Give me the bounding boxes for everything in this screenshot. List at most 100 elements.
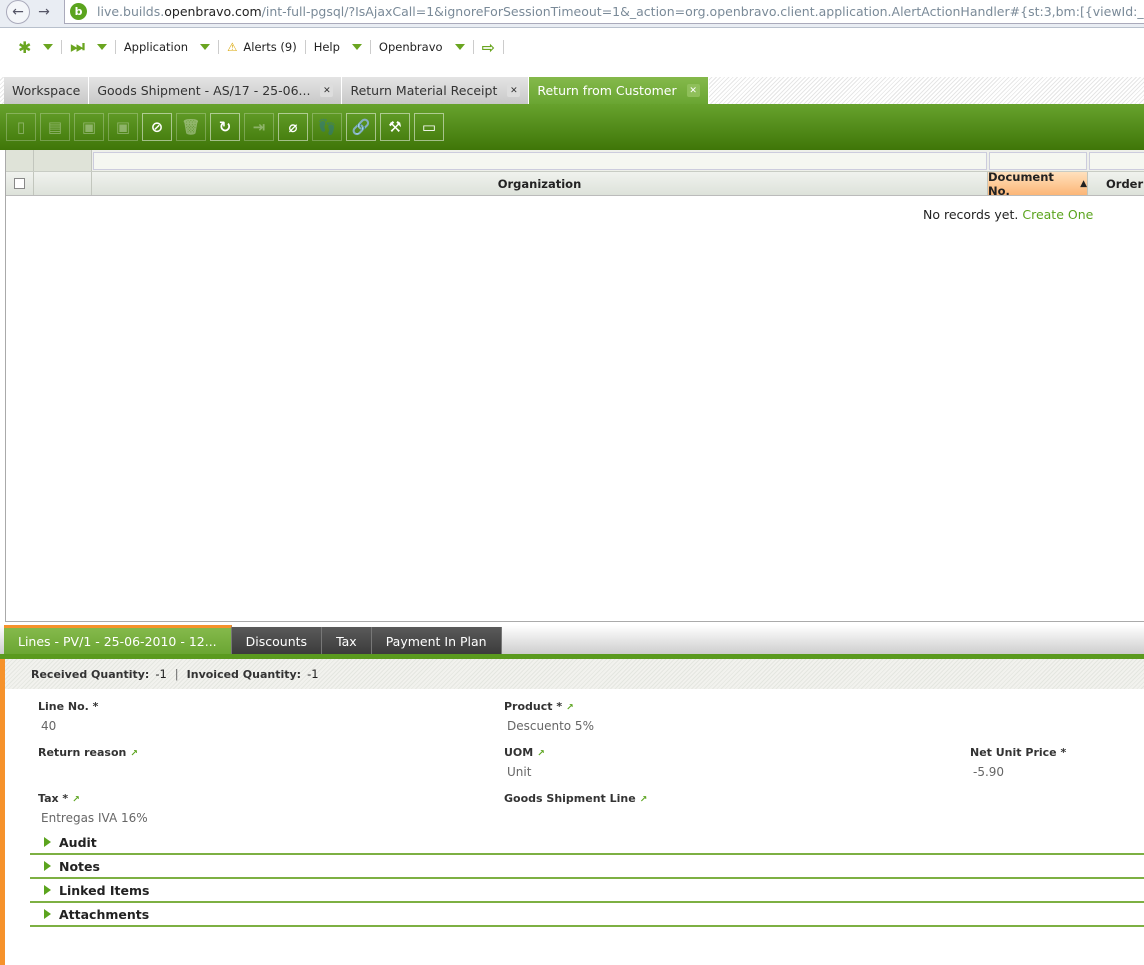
attachment-button[interactable]: ⌀ [278, 113, 308, 141]
link-arrow-icon[interactable]: ↗ [72, 795, 80, 805]
tax-field[interactable]: Tax * ↗ Entregas IVA 16% [38, 792, 148, 825]
audit-trail-button[interactable]: 👣 [312, 113, 342, 141]
field-label: Line No. * [38, 700, 99, 713]
link-arrow-icon[interactable]: ↗ [640, 795, 648, 805]
link-arrow-icon[interactable]: ↗ [130, 749, 138, 759]
field-value[interactable]: Descuento 5% [507, 719, 594, 733]
chevron-down-icon [200, 44, 211, 50]
field-value[interactable]: 40 [41, 719, 98, 733]
save-close-button[interactable]: ▣ [108, 113, 138, 141]
tab-lines[interactable]: Lines - PV/1 - 25-06-2010 - 12... [4, 625, 232, 655]
new-document-button[interactable]: ▯ [6, 113, 36, 141]
organization-filter[interactable] [93, 152, 987, 170]
new-row-button[interactable]: ▤ [40, 113, 70, 141]
no-records-text: No records yet. [923, 207, 1019, 222]
tab-label: Return Material Receipt [350, 83, 498, 98]
active-indicator [0, 659, 5, 965]
column-organization[interactable]: Organization [92, 172, 988, 195]
close-icon[interactable]: ✕ [507, 84, 521, 97]
alerts-label: Alerts (9) [243, 40, 297, 54]
undo-button[interactable]: ⊘ [142, 113, 172, 141]
close-icon[interactable]: ✕ [320, 84, 334, 97]
tab-workspace[interactable]: Workspace [4, 77, 90, 104]
forward-button[interactable]: → [32, 0, 56, 24]
tab-return-from-customer[interactable]: Return from Customer ✕ [529, 77, 709, 104]
invoiced-quantity-value: -1 [307, 667, 319, 681]
tab-label: Payment In Plan [385, 633, 487, 649]
expand-triangle-icon [44, 837, 51, 847]
link-arrow-icon[interactable]: ↗ [566, 703, 574, 713]
toggle-view-button[interactable]: ▭ [414, 113, 444, 141]
url-bar[interactable]: live.builds. openbravo.com/int-full-pgsql… [64, 0, 1144, 24]
url-post: /int-full-pgsql/?IsAjaxCall=1&ignoreForS… [261, 4, 1144, 19]
column-label: Document No. [988, 169, 1054, 198]
back-button[interactable]: ← [6, 0, 30, 24]
toolbar: ▯ ▤ ▣ ▣ ⊘ 🗑 ↻ ⇥ ⌀ 👣 🔗 ⚒ ▭ [0, 104, 1144, 150]
select-all-checkbox[interactable] [6, 172, 34, 195]
asterisk-icon: ✱ [18, 37, 32, 57]
field-value[interactable]: Unit [507, 765, 545, 779]
header-row: Organization Document No. ▲ Order I [6, 169, 1144, 198]
export-button[interactable]: ⇥ [244, 113, 274, 141]
empty-message: No records yet. Create One [923, 207, 1093, 222]
close-icon[interactable]: ✕ [686, 84, 700, 97]
quick-create-menu[interactable]: ✱ [10, 37, 63, 57]
section-label: Attachments [59, 906, 150, 922]
field-label: UOM [504, 746, 534, 759]
column-order[interactable]: Order I [1088, 172, 1144, 195]
field-label: Return reason [38, 746, 127, 759]
save-button[interactable]: ▣ [74, 113, 104, 141]
user-menu[interactable]: Openbravo [371, 40, 474, 54]
tab-payment-in-plan[interactable]: Payment In Plan [371, 627, 502, 655]
filter-row [6, 150, 1144, 172]
tab-goods-shipment[interactable]: Goods Shipment - AS/17 - 25-06... ✕ [89, 77, 343, 104]
uom-field[interactable]: UOM ↗ Unit [504, 746, 545, 779]
tab-tax[interactable]: Tax [322, 627, 372, 655]
received-quantity-label: Received Quantity: [31, 667, 150, 681]
field-value[interactable]: -5.90 [973, 765, 1066, 779]
field-value[interactable]: Entregas IVA 16% [41, 811, 148, 825]
tab-discounts[interactable]: Discounts [231, 627, 323, 655]
logout-button[interactable]: ⇨ [474, 37, 504, 57]
section-label: Notes [59, 858, 100, 874]
field-label: Tax * [38, 792, 69, 805]
link-arrow-icon[interactable]: ↗ [537, 749, 545, 759]
window-tabs: Workspace Goods Shipment - AS/17 - 25-06… [0, 77, 1144, 104]
expand-triangle-icon [44, 909, 51, 919]
help-menu[interactable]: Help [306, 40, 371, 54]
tab-label: Tax [336, 633, 357, 649]
section-label: Audit [59, 834, 97, 850]
field-label: Product * [504, 700, 563, 713]
refresh-button[interactable]: ↻ [210, 113, 240, 141]
section-audit[interactable]: Audit [30, 831, 1144, 855]
section-notes[interactable]: Notes [30, 855, 1144, 879]
return-reason-field[interactable]: Return reason ↗ [38, 746, 138, 759]
fast-forward-icon: ⏭ [70, 37, 85, 56]
browser-bar: ← → live.builds. openbravo.com/int-full-p… [0, 0, 1144, 28]
link-button[interactable]: 🔗 [346, 113, 376, 141]
child-tabs: Lines - PV/1 - 25-06-2010 - 12... Discou… [0, 625, 1144, 655]
column-label: Order I [1106, 176, 1144, 191]
goods-shipment-line-field[interactable]: Goods Shipment Line ↗ [504, 792, 647, 805]
create-one-link[interactable]: Create One [1022, 207, 1093, 222]
net-unit-price-field[interactable]: Net Unit Price * -5.90 [970, 746, 1066, 779]
column-document-no[interactable]: Document No. ▲ [988, 169, 1088, 198]
line-no-field[interactable]: Line No. * 40 [38, 700, 98, 733]
tab-return-material-receipt[interactable]: Return Material Receipt ✕ [342, 77, 530, 104]
chevron-down-icon [96, 44, 107, 50]
quick-launch-menu[interactable]: ⏭ [62, 37, 116, 56]
expand-triangle-icon [44, 885, 51, 895]
logout-icon: ⇨ [481, 37, 495, 57]
section-linked-items[interactable]: Linked Items [30, 879, 1144, 903]
alerts-menu[interactable]: ⚠ Alerts (9) [219, 40, 306, 54]
document-no-filter[interactable] [989, 152, 1087, 170]
section-attachments[interactable]: Attachments [30, 903, 1144, 927]
application-menu[interactable]: Application [116, 40, 220, 54]
expand-triangle-icon [44, 861, 51, 871]
delete-button[interactable]: 🗑 [176, 113, 206, 141]
chevron-down-icon [351, 44, 362, 50]
product-field[interactable]: Product * ↗ Descuento 5% [504, 700, 594, 733]
grid-config-button[interactable]: ⚒ [380, 113, 410, 141]
warning-icon: ⚠ [227, 40, 238, 54]
order-filter[interactable] [1089, 152, 1144, 170]
